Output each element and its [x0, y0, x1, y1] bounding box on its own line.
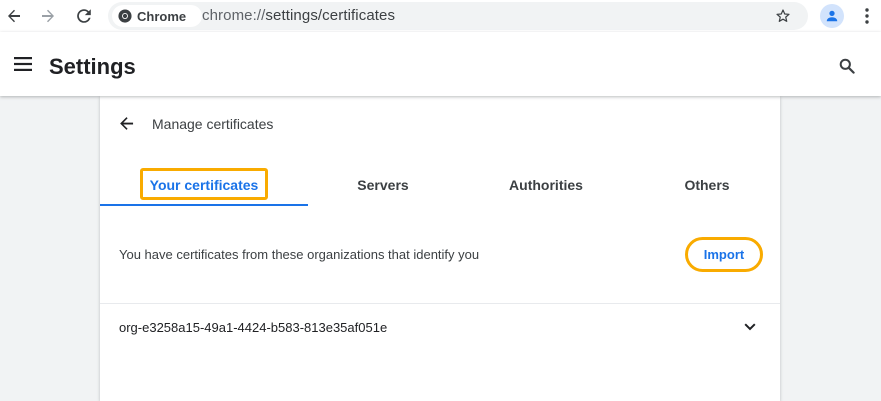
- site-info-chip[interactable]: Chrome: [112, 5, 202, 27]
- url-path: settings/certificates: [265, 7, 396, 24]
- profile-button[interactable]: [820, 4, 844, 28]
- active-tab-indicator: [100, 204, 308, 206]
- certificates-description: You have certificates from these organiz…: [119, 247, 480, 262]
- chip-label: Chrome: [137, 8, 187, 24]
- tab-authorities[interactable]: Authorities: [480, 164, 612, 206]
- browser-menu-button[interactable]: [857, 4, 877, 28]
- main-menu-button[interactable]: [12, 53, 34, 75]
- chrome-logo-icon: [118, 9, 132, 23]
- search-icon: [839, 58, 855, 74]
- certificate-tabs: Your certificates Servers Authorities Ot…: [100, 164, 780, 206]
- page-title: Settings: [49, 54, 136, 79]
- star-icon: [776, 9, 790, 22]
- reload-icon: [77, 9, 91, 23]
- browser-reload-button[interactable]: [72, 4, 96, 28]
- search-settings-button[interactable]: [836, 55, 858, 77]
- browser-forward-button[interactable]: [36, 4, 60, 28]
- url-text[interactable]: chrome://settings/certificates: [202, 7, 395, 24]
- hamburger-menu-icon: [14, 57, 32, 71]
- subpage-title: Manage certificates: [152, 116, 274, 132]
- address-bar[interactable]: Chrome chrome://settings/certificates: [108, 2, 808, 30]
- tab-your-certificates[interactable]: Your certificates: [100, 164, 308, 206]
- subpage-back-button[interactable]: [116, 112, 136, 134]
- import-button[interactable]: Import: [685, 237, 763, 272]
- tab-others[interactable]: Others: [660, 164, 754, 206]
- certificate-row[interactable]: org-e3258a15-49a1-4424-b583-813e35af051e: [100, 304, 780, 350]
- arrow-left-icon: [119, 116, 133, 130]
- browser-back-button[interactable]: [2, 4, 26, 28]
- person-icon: [826, 10, 838, 22]
- arrow-left-icon: [8, 9, 20, 23]
- certificates-card: Manage certificates Your certificates Se…: [100, 96, 780, 401]
- arrow-right-icon: [42, 9, 54, 23]
- browser-toolbar: Chrome chrome://settings/certificates: [0, 0, 881, 32]
- kebab-menu-icon: [865, 8, 869, 24]
- settings-header: Settings: [0, 32, 881, 96]
- certificate-name: org-e3258a15-49a1-4424-b583-813e35af051e: [119, 320, 388, 335]
- expand-certificate-button[interactable]: [741, 318, 759, 336]
- chevron-down-icon: [744, 323, 756, 331]
- bookmark-star-button[interactable]: [772, 6, 794, 26]
- tab-servers[interactable]: Servers: [308, 164, 458, 206]
- url-scheme: chrome://: [202, 7, 266, 24]
